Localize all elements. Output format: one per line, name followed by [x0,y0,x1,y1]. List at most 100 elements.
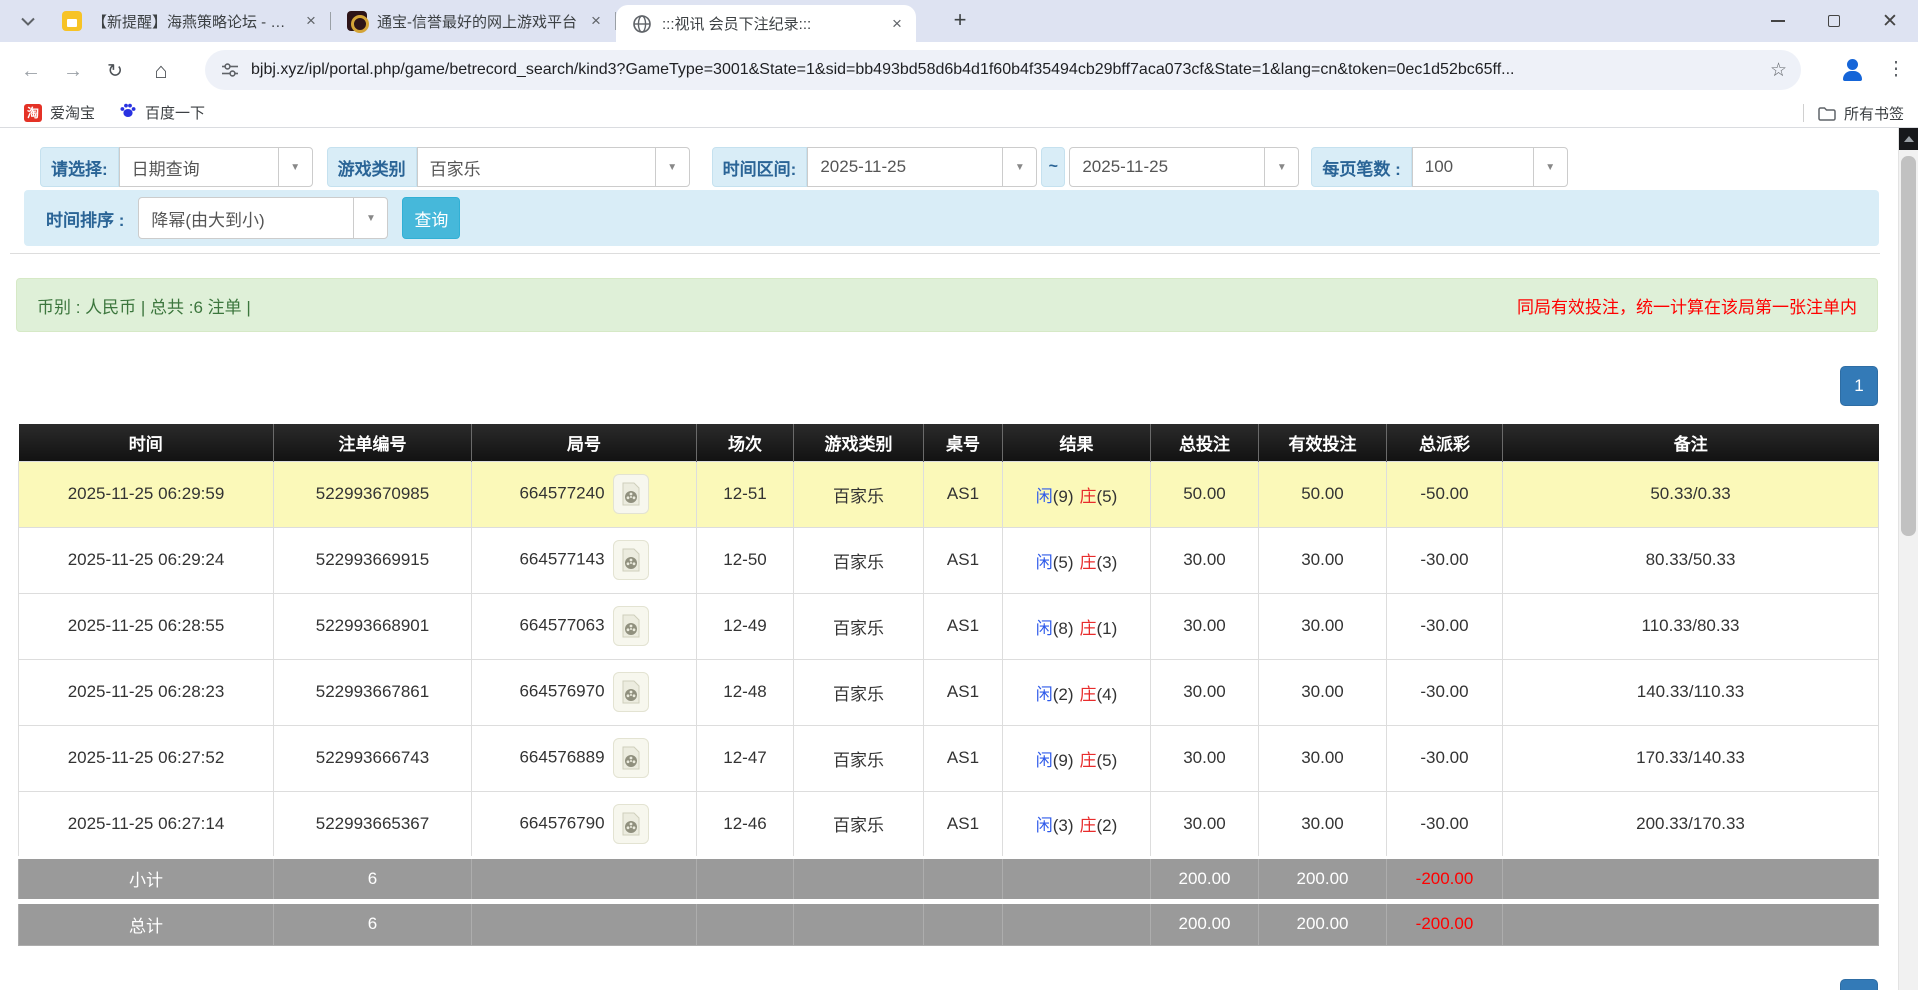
browser-tab-1[interactable]: 【新提醒】海燕策略论坛 - 综合× [46,0,330,42]
url-text[interactable]: bjbj.xyz/ipl/portal.php/game/betrecord_s… [251,61,1760,79]
reload-button[interactable]: ↻ [100,56,130,86]
video-replay-button[interactable] [613,738,649,778]
result-banker-label: 庄 [1080,816,1097,835]
video-replay-button[interactable] [613,540,649,580]
result-banker-score: (5) [1097,487,1118,506]
chevron-down-icon: ▼ [353,198,387,238]
sum-empty-cell [697,901,794,945]
tab-close-icon[interactable]: × [587,12,605,30]
sort-order-select[interactable]: 降幂(由大到小) ▼ [138,197,388,239]
all-bookmarks-button[interactable]: 所有书签 [1803,98,1904,128]
cell-game-type: 百家乐 [794,527,924,593]
divider [1803,104,1804,122]
bookmark-item-2[interactable]: 百度一下 [119,101,205,124]
all-bookmarks-label: 所有书签 [1844,103,1904,124]
cell-round-no: 664577143 [472,527,697,593]
globe-favicon-icon [632,14,652,34]
table-row: 2025-11-25 06:27:52522993666743664576889… [19,725,1879,791]
home-button[interactable]: ⌂ [146,56,176,86]
result-banker-label: 庄 [1080,553,1097,572]
cell-valid-bet: 50.00 [1259,461,1387,527]
subtotal-row: 小计6200.00200.00-200.00 [19,857,1879,901]
scroll-up-button[interactable] [1899,128,1918,150]
cell-time: 2025-11-25 06:28:23 [19,659,274,725]
back-button[interactable]: ← [16,56,46,86]
cell-total-bet: 50.00 [1151,461,1259,527]
video-replay-button[interactable] [613,672,649,712]
records-table-wrap: 时间注单编号局号场次游戏类别桌号结果总投注有效投注总派彩备注 2025-11-2… [18,424,1878,946]
window-minimize-button[interactable] [1750,0,1806,42]
sum-valid-bet: 200.00 [1259,901,1387,945]
window-close-button[interactable]: ✕ [1862,0,1918,42]
tab-search-button[interactable] [14,8,42,34]
cell-session: 12-48 [697,659,794,725]
cell-session: 12-49 [697,593,794,659]
forward-button[interactable]: → [58,56,88,86]
date-to-select[interactable]: 2025-11-25 ▼ [1069,147,1299,187]
filter-bar: 请选择: 日期查询 ▼ 游戏类别 百家乐 ▼ 时间区间: 2025-11-25 … [40,147,1568,187]
page-scrollbar[interactable] [1898,128,1918,990]
video-replay-button[interactable] [613,606,649,646]
cell-table-no: AS1 [924,527,1003,593]
sum-empty-cell [1003,901,1151,945]
window-maximize-button[interactable] [1806,0,1862,42]
cell-total-bet: 30.00 [1151,725,1259,791]
pagination-page-1-bottom[interactable]: 1 [1840,979,1878,990]
sum-label: 小计 [19,857,274,901]
cell-bet-no: 522993668901 [274,593,472,659]
pagination-page-1[interactable]: 1 [1840,366,1878,406]
browser-menu-button[interactable]: ⋮ [1884,55,1908,85]
time-range-label: 时间区间: [712,147,808,187]
cell-valid-bet: 30.00 [1259,659,1387,725]
per-page-select[interactable]: 100 ▼ [1412,147,1568,187]
result-banker-score: (1) [1097,619,1118,638]
cell-bet-no: 522993665367 [274,791,472,857]
round-no-text: 664576889 [519,747,604,766]
browser-tab-3[interactable]: :::视讯 会员下注纪录:::× [616,5,916,42]
cell-bet-no: 522993670985 [274,461,472,527]
column-header: 结果 [1003,424,1151,461]
query-type-select[interactable]: 日期查询 ▼ [119,147,313,187]
site-settings-icon[interactable] [221,61,239,79]
cell-bet-no: 522993669915 [274,527,472,593]
chevron-down-icon: ▼ [1533,148,1567,186]
result-player-label: 闲 [1036,816,1053,835]
result-banker-score: (4) [1097,685,1118,704]
tab-close-icon[interactable]: × [888,15,906,33]
sum-empty-cell [794,901,924,945]
new-tab-button[interactable]: + [946,8,974,34]
date-from-select[interactable]: 2025-11-25 ▼ [807,147,1037,187]
round-no-text: 664577143 [519,549,604,568]
cell-game-type: 百家乐 [794,593,924,659]
bookmark-item-1[interactable]: 淘爱淘宝 [24,102,95,123]
browser-tab-2[interactable]: 通宝-信誉最好的网上游戏平台× [331,0,615,42]
sum-empty-cell [472,901,697,945]
cell-time: 2025-11-25 06:29:59 [19,461,274,527]
sort-order-label: 时间排序 : [46,206,124,231]
scrollbar-thumb[interactable] [1901,156,1916,536]
game-type-select[interactable]: 百家乐 ▼ [417,147,690,187]
cell-result: 闲(5)庄(3) [1003,527,1151,593]
cell-round-no: 664577063 [472,593,697,659]
profile-avatar[interactable] [1838,55,1868,85]
cell-payout: -50.00 [1387,461,1503,527]
url-bar[interactable]: bjbj.xyz/ipl/portal.php/game/betrecord_s… [205,50,1801,90]
tab-close-icon[interactable]: × [302,12,320,30]
cell-remark: 200.33/170.33 [1503,791,1879,857]
sum-payout: -200.00 [1387,901,1503,945]
result-player-label: 闲 [1036,751,1053,770]
table-row: 2025-11-25 06:29:59522993670985664577240… [19,461,1879,527]
search-button[interactable]: 查询 [402,197,460,239]
close-icon: ✕ [1882,12,1898,31]
table-row: 2025-11-25 06:28:23522993667861664576970… [19,659,1879,725]
result-banker-label: 庄 [1080,619,1097,638]
result-banker-label: 庄 [1080,685,1097,704]
maximize-icon [1828,15,1840,27]
cell-time: 2025-11-25 06:29:24 [19,527,274,593]
browser-window: 【新提醒】海燕策略论坛 - 综合×通宝-信誉最好的网上游戏平台×:::视讯 会员… [0,0,1918,990]
video-replay-button[interactable] [613,804,649,844]
bookmark-label: 百度一下 [145,102,205,123]
result-player-score: (9) [1053,487,1074,506]
bookmark-star-icon[interactable]: ☆ [1770,59,1787,82]
video-replay-button[interactable] [613,474,649,514]
